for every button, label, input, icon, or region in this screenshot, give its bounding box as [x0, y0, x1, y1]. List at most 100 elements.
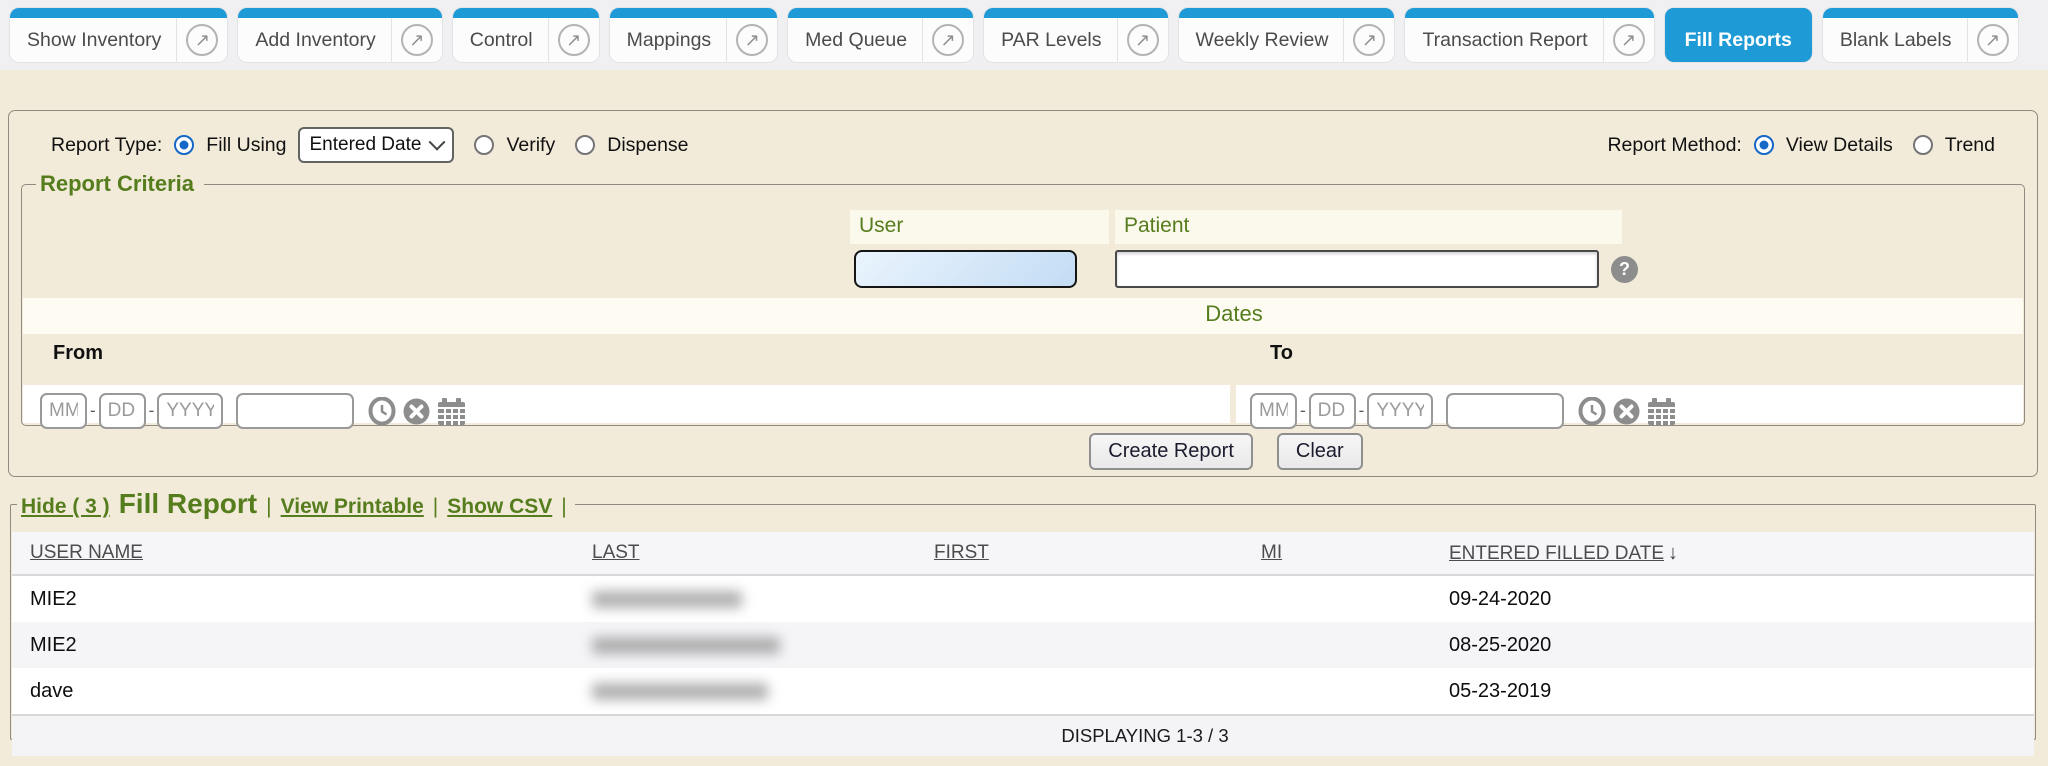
from-label: From — [53, 342, 103, 365]
from-day-input[interactable] — [99, 393, 146, 429]
fill-using-radio[interactable] — [174, 135, 194, 155]
tab-control[interactable]: Control ↗ — [453, 8, 599, 62]
tab-weekly-review[interactable]: Weekly Review ↗ — [1179, 8, 1395, 62]
page-background: Report Type: Fill Using Entered Date Ver… — [0, 70, 2048, 766]
trend-label: Trend — [1945, 134, 1995, 157]
tab-open-new-window[interactable]: ↗ — [1117, 18, 1168, 62]
view-printable-link[interactable]: View Printable — [281, 495, 424, 519]
report-method-group: Report Method: View Details Trend — [1607, 134, 1995, 157]
cell-last-name — [591, 668, 933, 715]
tab-active-indicator — [1179, 8, 1395, 18]
cell-entered-filled-date: 09-24-2020 — [1447, 575, 2034, 622]
header-first[interactable]: FIRST — [933, 532, 1260, 575]
header-entered-filled-date[interactable]: ENTERED FILLED DATE↓ — [1447, 532, 2034, 575]
dates-label: Dates — [1205, 301, 1262, 326]
tab-mappings[interactable]: Mappings ↗ — [610, 8, 778, 62]
to-time-input[interactable] — [1446, 393, 1564, 429]
tab-med-queue[interactable]: Med Queue ↗ — [788, 8, 973, 62]
fill-report-legend: Hide ( 3 ) Fill Report | View Printable … — [17, 488, 575, 520]
to-month-input[interactable] — [1250, 393, 1297, 429]
hide-link[interactable]: Hide ( 3 ) — [21, 495, 110, 519]
from-calendar-icon[interactable] — [437, 397, 466, 426]
create-report-button[interactable]: Create Report — [1089, 433, 1253, 470]
separator: | — [266, 495, 271, 519]
to-calendar-icon[interactable] — [1647, 397, 1676, 426]
tab-open-new-window[interactable]: ↗ — [922, 18, 973, 62]
external-link-arrow-icon: ↗ — [401, 24, 433, 56]
cell-last-name — [591, 622, 933, 668]
header-last[interactable]: LAST — [591, 532, 933, 575]
external-link-arrow-icon: ↗ — [558, 24, 590, 56]
to-year-input[interactable] — [1367, 393, 1433, 429]
tab-show-inventory[interactable]: Show Inventory ↗ — [10, 8, 227, 62]
cell-user-name: MIE2 — [12, 575, 591, 622]
tab-label: Fill Reports — [1665, 29, 1812, 52]
user-input[interactable] — [854, 250, 1077, 288]
tab-active-indicator — [238, 8, 441, 18]
view-details-radio[interactable] — [1754, 135, 1774, 155]
user-patient-inputs-row: ? — [23, 247, 2023, 295]
from-time-input[interactable] — [236, 393, 354, 429]
verify-radio[interactable] — [474, 135, 494, 155]
tab-bar: Show Inventory ↗ Add Inventory ↗ Control… — [0, 0, 2048, 70]
from-clock-icon[interactable] — [368, 397, 396, 425]
header-mi[interactable]: MI — [1260, 532, 1447, 575]
to-clear-icon[interactable] — [1613, 398, 1640, 425]
fill-report-table: USER NAME LAST FIRST MI ENTERED FILLED D… — [12, 532, 2034, 756]
external-link-arrow-icon: ↗ — [186, 24, 218, 56]
help-icon[interactable]: ? — [1611, 256, 1638, 283]
user-patient-header-strip: User Patient — [23, 210, 2023, 244]
to-label: To — [1270, 342, 1293, 365]
tab-open-new-window[interactable]: ↗ — [726, 18, 777, 62]
table-row: dave 05-23-2019 — [12, 668, 2034, 715]
tab-open-new-window[interactable]: ↗ — [176, 18, 227, 62]
redacted-last-name — [592, 591, 742, 608]
tab-open-new-window[interactable]: ↗ — [1603, 18, 1654, 62]
report-options-box: Report Type: Fill Using Entered Date Ver… — [8, 110, 2038, 477]
cell-last-name — [591, 575, 933, 622]
tab-fill-reports[interactable]: Fill Reports — [1665, 8, 1812, 62]
from-month-input[interactable] — [40, 393, 87, 429]
tab-label: Transaction Report — [1405, 29, 1602, 52]
tab-open-new-window[interactable]: ↗ — [1343, 18, 1394, 62]
table-row: MIE2 09-24-2020 — [12, 575, 2034, 622]
patient-input[interactable] — [1115, 250, 1599, 288]
sort-descending-icon: ↓ — [1668, 542, 1678, 565]
report-type-group: Report Type: Fill Using Entered Date Ver… — [51, 127, 689, 163]
tab-open-new-window[interactable]: ↗ — [548, 18, 599, 62]
tab-active-indicator — [984, 8, 1167, 18]
external-link-arrow-icon: ↗ — [1353, 24, 1385, 56]
report-type-row: Report Type: Fill Using Entered Date Ver… — [9, 111, 2037, 163]
header-user-name[interactable]: USER NAME — [12, 532, 591, 575]
external-link-arrow-icon: ↗ — [736, 24, 768, 56]
report-type-label: Report Type: — [51, 134, 162, 157]
fill-report-fieldset: Hide ( 3 ) Fill Report | View Printable … — [10, 488, 2036, 740]
view-details-label: View Details — [1786, 134, 1893, 157]
chevron-down-icon — [429, 134, 446, 151]
to-day-input[interactable] — [1309, 393, 1356, 429]
table-footer-row: DISPLAYING 1-3 / 3 — [12, 715, 2034, 756]
to-date-cell: - - — [1236, 385, 2023, 423]
tab-par-levels[interactable]: PAR Levels ↗ — [984, 8, 1167, 62]
cell-entered-filled-date: 08-25-2020 — [1447, 622, 2034, 668]
from-clear-icon[interactable] — [403, 398, 430, 425]
patient-column-header: Patient — [1115, 210, 1622, 244]
trend-radio[interactable] — [1913, 135, 1933, 155]
tab-open-new-window[interactable]: ↗ — [1967, 18, 2018, 62]
tab-active-indicator — [10, 8, 227, 18]
date-inputs-row: - - — [23, 385, 2023, 423]
tab-add-inventory[interactable]: Add Inventory ↗ — [238, 8, 441, 62]
show-csv-link[interactable]: Show CSV — [447, 495, 552, 519]
tab-blank-labels[interactable]: Blank Labels ↗ — [1823, 8, 2018, 62]
form-buttons-row: Create Report Clear — [9, 429, 2037, 473]
from-year-input[interactable] — [157, 393, 223, 429]
tab-open-new-window[interactable]: ↗ — [391, 18, 442, 62]
to-clock-icon[interactable] — [1578, 397, 1606, 425]
cell-first-name — [933, 668, 1260, 715]
tab-label: Weekly Review — [1179, 29, 1344, 52]
tab-label: Show Inventory — [10, 29, 176, 52]
dispense-radio[interactable] — [575, 135, 595, 155]
tab-transaction-report[interactable]: Transaction Report ↗ — [1405, 8, 1653, 62]
clear-button[interactable]: Clear — [1277, 433, 1363, 470]
fill-using-select[interactable]: Entered Date — [298, 127, 454, 163]
